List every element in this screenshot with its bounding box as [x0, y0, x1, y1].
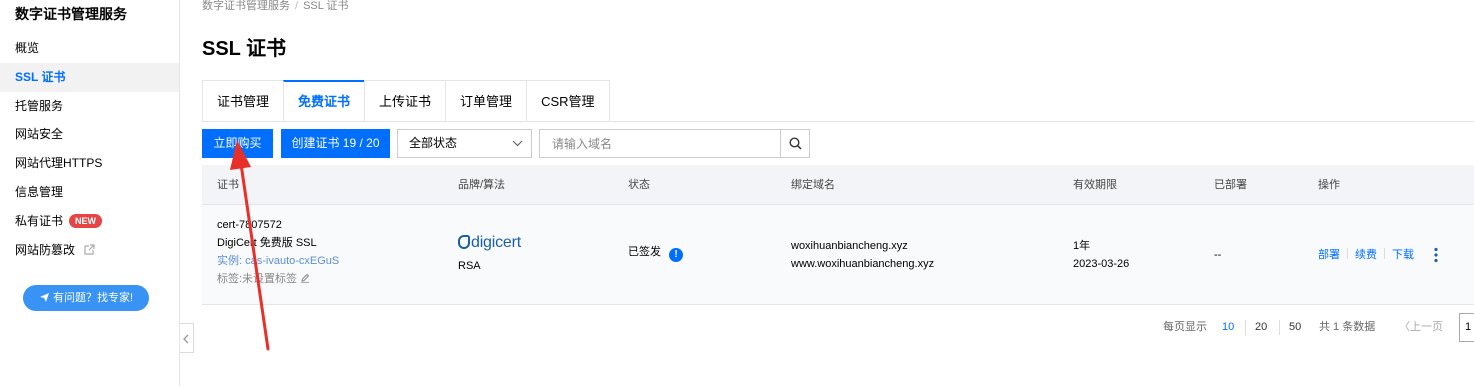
tab-free-certificate[interactable]: 免费证书 [283, 80, 365, 122]
tabs-divider [202, 121, 1474, 122]
download-link[interactable]: 下载 [1392, 249, 1414, 261]
page-size-separator [1279, 320, 1280, 335]
search-button[interactable] [780, 129, 810, 158]
ssl-certificate-page: 数字证书管理服务 概览 SSL 证书 托管服务 网站安全 网站代理HTTPS 信… [0, 0, 1474, 386]
actions-cell: 部署 续费 下载 [1318, 246, 1414, 264]
column-header-status: 状态 [628, 179, 650, 191]
domain-search-input[interactable] [539, 129, 781, 158]
validity-cell: 1年 2023-03-26 [1073, 237, 1129, 273]
sidebar-item-label: 网站安全 [15, 127, 64, 141]
sidebar-item-label: 托管服务 [15, 99, 64, 113]
sidebar-item-ssl-certificate[interactable]: SSL 证书 [0, 63, 179, 92]
cert-tag-label: 标签:未设置标签 [217, 273, 298, 285]
breadcrumb-current: SSL 证书 [303, 0, 349, 12]
sidebar-item-tamper-protection[interactable]: 网站防篡改 [0, 236, 179, 265]
total-count: 共 1 条数据 [1319, 321, 1376, 333]
page-size-separator [1245, 320, 1246, 335]
digicert-logo-mark [458, 235, 470, 249]
edit-pencil-icon[interactable] [300, 273, 310, 283]
bound-domain: www.woxihuanbiancheng.xyz [791, 258, 935, 270]
sidebar-item-label: 概览 [15, 41, 40, 55]
ask-expert-label: 有问题？找专家! [52, 292, 134, 304]
sidebar-item-info-management[interactable]: 信息管理 [0, 178, 179, 207]
current-page-input[interactable]: 1 [1459, 313, 1474, 342]
cert-info-cell: cert-7807572 DigiCert 免费版 SSL 实例: cas-iv… [217, 216, 339, 288]
prev-page-button[interactable]: 〈上一页 [1399, 312, 1443, 342]
table-row: cert-7807572 DigiCert 免费版 SSL 实例: cas-iv… [202, 205, 1474, 305]
sidebar-item-managed-service[interactable]: 托管服务 [0, 92, 179, 121]
bound-domain: woxihuanbiancheng.xyz [791, 240, 908, 252]
tab-csr-management[interactable]: CSR管理 [526, 80, 610, 122]
deployed-value: -- [1214, 249, 1222, 261]
breadcrumb: 数字证书管理服务 / SSL 证书 [202, 0, 349, 13]
sidebar-item-label: SSL 证书 [15, 70, 66, 84]
cert-instance-link[interactable]: 实例: cas-ivauto-cxEGuS [217, 252, 339, 270]
digicert-logo: digicert [458, 234, 521, 252]
page-title: SSL 证书 [202, 38, 287, 60]
cert-name: DigiCert 免费版 SSL [217, 237, 317, 249]
validity-period: 1年 [1073, 240, 1091, 252]
sidebar-item-website-security[interactable]: 网站安全 [0, 120, 179, 149]
status-text: 已签发 [628, 246, 661, 258]
breadcrumb-parent[interactable]: 数字证书管理服务 [202, 0, 290, 12]
status-filter-value: 全部状态 [409, 136, 458, 150]
create-certificate-button[interactable]: 创建证书 19 / 20 [281, 129, 390, 158]
expiry-date: 2023-03-26 [1073, 258, 1130, 270]
column-header-deployed: 已部署 [1214, 179, 1247, 191]
sidebar-title: 数字证书管理服务 [15, 6, 127, 22]
sidebar-item-label: 网站防篡改 [15, 243, 76, 257]
deploy-link[interactable]: 部署 [1318, 249, 1340, 261]
page-size-50[interactable]: 50 [1289, 312, 1301, 342]
page-size-10[interactable]: 10 [1222, 312, 1234, 342]
new-badge: NEW [69, 214, 103, 228]
domains-cell: woxihuanbiancheng.xyz www.woxihuanbianch… [791, 237, 934, 273]
column-header-validity: 有效期限 [1073, 179, 1117, 191]
sidebar-item-private-certificate[interactable]: 私有证书 NEW [0, 207, 179, 236]
page-size-20[interactable]: 20 [1255, 312, 1267, 342]
buy-now-button[interactable]: 立即购买 [202, 129, 273, 158]
cert-tag[interactable]: 标签:未设置标签 [217, 270, 339, 288]
tab-bar: 证书管理 免费证书 上传证书 订单管理 CSR管理 [202, 80, 610, 122]
breadcrumb-separator: / [295, 0, 299, 12]
chevron-down-icon [512, 140, 523, 147]
sidebar-item-label: 信息管理 [15, 185, 64, 199]
external-link-icon [84, 244, 95, 255]
sidebar-item-label: 私有证书 [15, 214, 64, 228]
sidebar-item-https-proxy[interactable]: 网站代理HTTPS [0, 149, 179, 178]
table-header: 证书 品牌/算法 状态 绑定域名 有效期限 已部署 操作 [202, 165, 1474, 205]
digicert-logo-text: digicert [471, 234, 521, 251]
tab-order-management[interactable]: 订单管理 [445, 80, 527, 122]
tab-cert-management[interactable]: 证书管理 [202, 80, 284, 122]
chevron-left-icon [183, 334, 189, 344]
column-header-certificate: 证书 [217, 179, 239, 191]
column-header-brand: 品牌/算法 [458, 179, 506, 191]
sidebar-item-label: 网站代理HTTPS [15, 156, 103, 170]
search-icon [789, 137, 802, 150]
paper-plane-icon [39, 293, 49, 302]
algorithm: RSA [458, 260, 481, 272]
cert-id: cert-7807572 [217, 219, 282, 231]
status-cell: 已签发! [628, 243, 683, 262]
column-header-domains: 绑定域名 [791, 179, 835, 191]
action-separator [1384, 248, 1385, 259]
column-header-actions: 操作 [1318, 179, 1340, 191]
per-page-label: 每页显示 [1163, 321, 1207, 333]
ask-expert-button[interactable]: 有问题？找专家! [23, 285, 149, 311]
sidebar-item-overview[interactable]: 概览 [0, 34, 179, 63]
tab-upload-certificate[interactable]: 上传证书 [364, 80, 446, 122]
action-separator [1347, 248, 1348, 259]
sidebar: 数字证书管理服务 概览 SSL 证书 托管服务 网站安全 网站代理HTTPS 信… [0, 0, 180, 386]
sidebar-collapse-handle[interactable] [180, 323, 194, 353]
more-vertical-icon[interactable] [1434, 247, 1438, 263]
status-filter-select[interactable]: 全部状态 [397, 129, 532, 158]
info-icon[interactable]: ! [669, 248, 683, 262]
renew-link[interactable]: 续费 [1355, 249, 1377, 261]
